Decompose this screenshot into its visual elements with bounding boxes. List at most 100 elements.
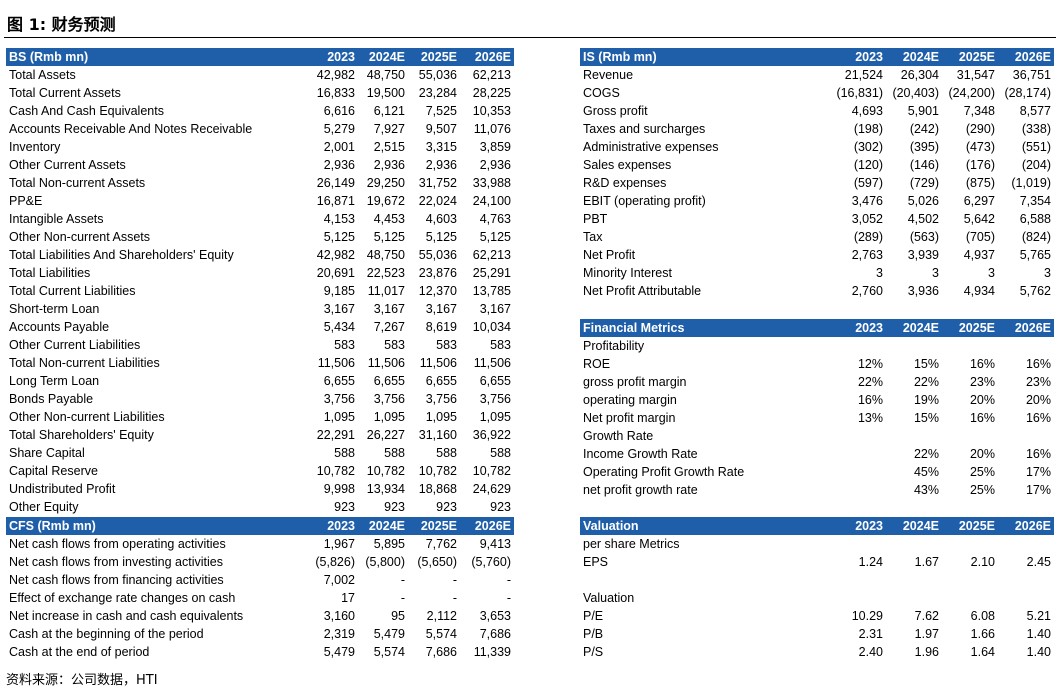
table-row: Undistributed Profit 9,998 13,934 18,868 24,… <box>6 480 514 498</box>
value-cell: 43% <box>913 483 939 497</box>
row-label: net profit growth rate <box>583 483 698 497</box>
value-cell: 2.45 <box>1026 555 1051 569</box>
year-header-cell: 2024E <box>886 319 942 337</box>
table-title-cell: IS (Rmb mn) <box>580 48 826 66</box>
value-cell: 26,304 <box>900 68 939 82</box>
value-cell: (120) <box>853 158 883 172</box>
value-cell: 3,936 <box>907 284 939 298</box>
value-cell: 22,291 <box>316 428 355 442</box>
value-cell <box>998 571 1054 589</box>
value-cell: 4,934 <box>963 284 995 298</box>
row-label: Tax <box>583 230 603 244</box>
row-label: Share Capital <box>9 446 85 460</box>
table-row: Tax (289) (563) (705) (824) <box>580 228 1054 246</box>
row-label: P/E <box>583 609 604 623</box>
value-cell <box>942 337 998 355</box>
table-row: COGS (16,831) (20,403) (24,200) (28,174) <box>580 84 1054 102</box>
value-cell: 3,160 <box>323 609 355 623</box>
value-cell: 923 <box>334 500 355 514</box>
value-cell: 16% <box>969 411 995 425</box>
value-cell: 5,574 <box>373 645 405 659</box>
row-label: Other Current Liabilities <box>9 338 141 352</box>
value-cell: 6,616 <box>323 104 355 118</box>
value-cell: 10,034 <box>472 320 511 334</box>
value-cell: (729) <box>909 176 939 190</box>
financial-metrics-table: Financial Metrics 2023 2024E 2025E 2026E Prof… <box>580 319 1054 499</box>
row-label: PBT <box>583 212 608 226</box>
table-title-cell: Financial Metrics <box>580 319 826 337</box>
value-cell <box>998 337 1054 355</box>
value-cell: (290) <box>965 122 995 136</box>
value-cell: 5,125 <box>425 230 457 244</box>
value-cell: 22% <box>913 447 939 461</box>
table-row: operating margin 16% 19% 20% 20% <box>580 391 1054 409</box>
row-label: Valuation <box>583 591 635 605</box>
row-label: R&D expenses <box>583 176 667 190</box>
row-label: Inventory <box>9 140 61 154</box>
value-cell: 22,024 <box>418 194 457 208</box>
value-cell: 588 <box>384 446 405 460</box>
value-cell: 2,763 <box>851 248 883 262</box>
table-row: ROE 12% 15% 16% 16% <box>580 355 1054 373</box>
row-label: Net cash flows from investing activities <box>9 555 223 569</box>
row-label: Total Liabilities <box>9 266 91 280</box>
figure-title: 图 1: 财务预测 <box>7 15 116 34</box>
value-cell: 16% <box>1025 357 1051 371</box>
table-row: Total Current Liabilities 9,185 11,017 12,3… <box>6 282 514 300</box>
value-cell: 62,213 <box>472 248 511 262</box>
value-cell: (176) <box>965 158 995 172</box>
value-cell: 3 <box>932 266 939 280</box>
year-header-cell: 2026E <box>460 48 514 66</box>
value-cell: 4,937 <box>963 248 995 262</box>
value-cell: (302) <box>853 140 883 154</box>
table-row: Capital Reserve 10,782 10,782 10,782 10,782 <box>6 462 514 480</box>
value-cell <box>826 337 886 355</box>
value-cell: 7,525 <box>425 104 457 118</box>
table-row: Net profit margin 13% 15% 16% 16% <box>580 409 1054 427</box>
cash-flow-table: CFS (Rmb mn) 2023 2024E 2025E 2026E Net cash … <box>6 517 514 661</box>
value-cell: 4,603 <box>425 212 457 226</box>
table-row: Taxes and surcharges (198) (242) (290) (338) <box>580 120 1054 138</box>
table-row: Profitability <box>580 337 1054 355</box>
row-label: ROE <box>583 357 611 371</box>
table-row: Total Non-current Assets 26,149 29,250 31,7… <box>6 174 514 192</box>
row-label: Effect of exchange rate changes on cash <box>9 591 236 605</box>
value-cell: 2,760 <box>851 284 883 298</box>
value-cell: 20% <box>1025 393 1051 407</box>
value-cell: 9,998 <box>323 482 355 496</box>
value-cell: 1,095 <box>425 410 457 424</box>
row-label: Accounts Payable <box>9 320 110 334</box>
value-cell: 1.66 <box>970 627 995 641</box>
value-cell: 6,588 <box>1019 212 1051 226</box>
value-cell: 9,185 <box>323 284 355 298</box>
row-label: Sales expenses <box>583 158 672 172</box>
value-cell: 8,619 <box>425 320 457 334</box>
value-cell: 24,100 <box>472 194 511 208</box>
value-cell: 12% <box>857 357 883 371</box>
value-cell: 1.67 <box>914 555 939 569</box>
year-header-cell: 2025E <box>942 517 998 535</box>
value-cell: 16% <box>1025 447 1051 461</box>
value-cell: (20,403) <box>892 86 939 100</box>
value-cell: 28,225 <box>472 86 511 100</box>
value-cell: 11,506 <box>473 356 511 370</box>
value-cell: 10,782 <box>366 464 405 478</box>
table-row: Total Shareholders' Equity 22,291 26,227 31… <box>6 426 514 444</box>
table-row: PP&E 16,871 19,672 22,024 24,100 <box>6 192 514 210</box>
row-label: Profitability <box>583 339 645 353</box>
row-label: Other Non-current Liabilities <box>9 410 165 424</box>
value-cell: 4,502 <box>907 212 939 226</box>
value-cell: 588 <box>490 446 511 460</box>
value-cell: 4,453 <box>373 212 405 226</box>
year-header-cell: 2026E <box>998 319 1054 337</box>
value-cell: 2.40 <box>858 645 883 659</box>
value-cell: 10.29 <box>851 609 883 623</box>
value-cell: 3,167 <box>479 302 511 316</box>
value-cell: 16% <box>1025 411 1051 425</box>
table-row: Net cash flows from financing activities… <box>6 571 514 589</box>
row-label <box>580 571 826 589</box>
table-row: Other Non-current Liabilities 1,095 1,095 1… <box>6 408 514 426</box>
value-cell: 1,095 <box>373 410 405 424</box>
value-cell: 5,434 <box>323 320 355 334</box>
value-cell: 25,291 <box>472 266 511 280</box>
